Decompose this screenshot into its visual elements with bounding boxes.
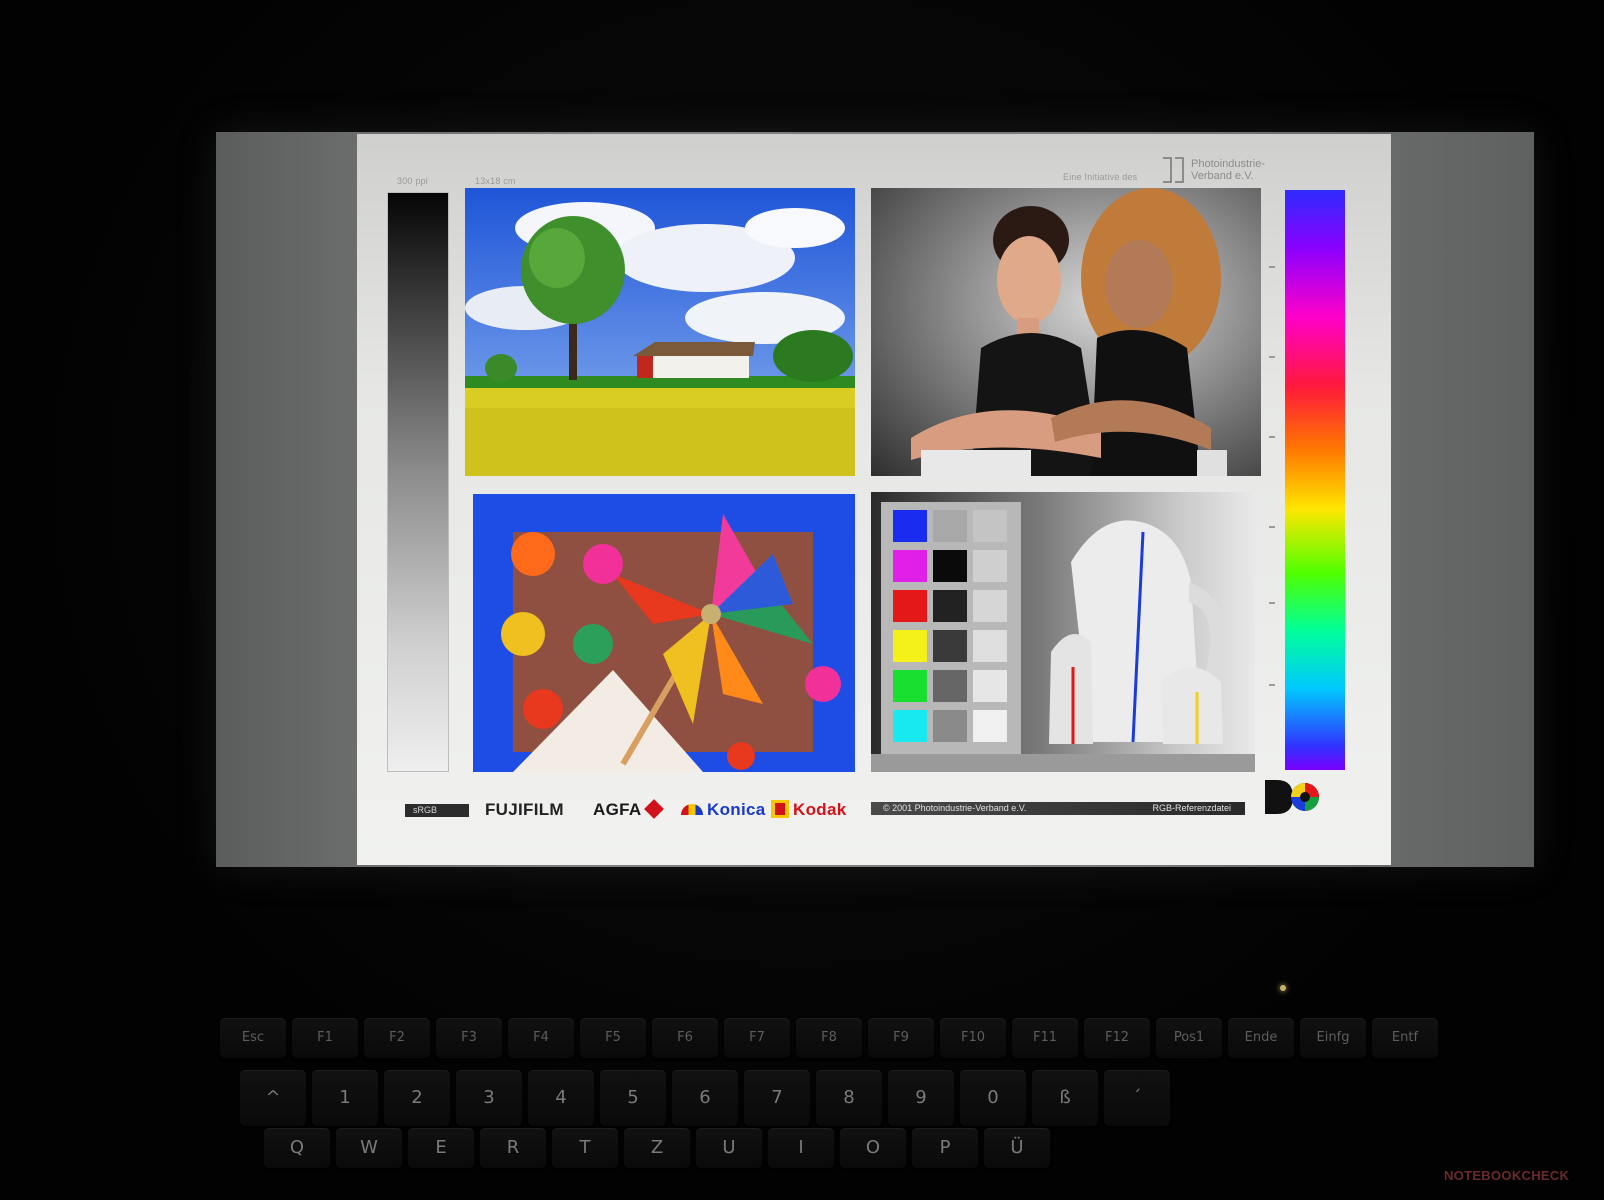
reference-file-label: RGB-Referenzdatei: [1152, 803, 1231, 813]
tick-mark: [1269, 526, 1275, 528]
copyright-text: © 2001 Photoindustrie-Verband e.V.: [883, 803, 1027, 813]
key[interactable]: 4: [528, 1070, 594, 1126]
chart-footer: sRGB FUJIFILM AGFA Konica Kodak © 2001 P…: [405, 798, 1255, 822]
fujifilm-logo: FUJIFILM: [485, 800, 564, 820]
kodak-logo: Kodak: [771, 800, 846, 820]
key[interactable]: R: [480, 1128, 546, 1168]
key[interactable]: 5: [600, 1070, 666, 1126]
photoindustrie-logo-icon: [1163, 157, 1184, 183]
key[interactable]: 1: [312, 1070, 378, 1126]
photo-scene: 300 ppi 13x18 cm Eine Initiative des Pho…: [0, 0, 1604, 1200]
tick-mark: [1269, 266, 1275, 268]
srgb-tag: sRGB: [405, 804, 469, 817]
tick-mark: [1269, 684, 1275, 686]
key[interactable]: 9: [888, 1070, 954, 1126]
key[interactable]: Q: [264, 1128, 330, 1168]
key[interactable]: F12: [1084, 1018, 1150, 1058]
key[interactable]: 2: [384, 1070, 450, 1126]
color-spectrum-bar: [1285, 190, 1345, 770]
key[interactable]: U: [696, 1128, 762, 1168]
initiative-label: Eine Initiative des: [1063, 172, 1138, 182]
key[interactable]: F4: [508, 1018, 574, 1058]
key[interactable]: 8: [816, 1070, 882, 1126]
key[interactable]: F2: [364, 1018, 430, 1058]
verband-name-line1: Photoindustrie-: [1191, 158, 1265, 170]
webcam-led: [1280, 985, 1286, 991]
agfa-text: AGFA: [593, 800, 642, 819]
tick-mark: [1269, 356, 1275, 358]
key[interactable]: 7: [744, 1070, 810, 1126]
key[interactable]: 6: [672, 1070, 738, 1126]
key[interactable]: P: [912, 1128, 978, 1168]
key[interactable]: F9: [868, 1018, 934, 1058]
key[interactable]: F1: [292, 1018, 358, 1058]
key[interactable]: Ü: [984, 1128, 1050, 1168]
key[interactable]: Esc: [220, 1018, 286, 1058]
function-key-row: Esc F1 F2 F3 F4 F5 F6 F7 F8 F9 F10 F11 F…: [220, 1018, 1438, 1062]
verband-name-line2: Verband e.V.: [1191, 170, 1254, 182]
key[interactable]: Einfg: [1300, 1018, 1366, 1058]
key[interactable]: F11: [1012, 1018, 1078, 1058]
key[interactable]: ^: [240, 1070, 306, 1126]
key[interactable]: F6: [652, 1018, 718, 1058]
key[interactable]: F5: [580, 1018, 646, 1058]
tick-mark: [1269, 602, 1275, 604]
laptop-keyboard: Esc F1 F2 F3 F4 F5 F6 F7 F8 F9 F10 F11 F…: [220, 1018, 1604, 1200]
size-label: 13x18 cm: [475, 176, 516, 186]
key[interactable]: F10: [940, 1018, 1006, 1058]
letter-key-row: Q W E R T Z U I O P Ü: [264, 1128, 1050, 1172]
key[interactable]: W: [336, 1128, 402, 1168]
key[interactable]: F7: [724, 1018, 790, 1058]
still-life-photo: [871, 492, 1255, 772]
key[interactable]: Z: [624, 1128, 690, 1168]
kodak-k-icon: [771, 800, 789, 818]
agfa-logo: AGFA: [593, 799, 665, 820]
key[interactable]: Ende: [1228, 1018, 1294, 1058]
tick-mark: [1269, 436, 1275, 438]
key[interactable]: T: [552, 1128, 618, 1168]
key[interactable]: O: [840, 1128, 906, 1168]
pinwheel-photo: [473, 494, 855, 772]
key[interactable]: E: [408, 1128, 474, 1168]
fujifilm-text: FUJIFILM: [485, 800, 564, 819]
verband-name: Photoindustrie- Verband e.V.: [1191, 158, 1265, 182]
number-key-row: ^ 1 2 3 4 5 6 7 8 9 0 ß ´: [240, 1070, 1170, 1126]
laptop-screen: 300 ppi 13x18 cm Eine Initiative des Pho…: [216, 132, 1534, 867]
konica-rainbow-icon: [681, 804, 703, 815]
key[interactable]: ß: [1032, 1070, 1098, 1126]
key[interactable]: Entf: [1372, 1018, 1438, 1058]
portrait-photo: [871, 188, 1261, 476]
reference-chart: 300 ppi 13x18 cm Eine Initiative des Pho…: [357, 134, 1391, 865]
key[interactable]: F3: [436, 1018, 502, 1058]
key[interactable]: F8: [796, 1018, 862, 1058]
key[interactable]: I: [768, 1128, 834, 1168]
key[interactable]: 3: [456, 1070, 522, 1126]
konica-logo: Konica: [681, 800, 765, 820]
kodak-text: Kodak: [793, 800, 847, 819]
gray-ramp: [387, 192, 449, 772]
landscape-photo: [465, 188, 855, 476]
key[interactable]: ´: [1104, 1070, 1170, 1126]
konica-text: Konica: [707, 800, 766, 819]
dq-logo-icon: [1265, 780, 1319, 814]
copyright-bar: © 2001 Photoindustrie-Verband e.V. RGB-R…: [871, 802, 1245, 815]
ppi-label: 300 ppi: [397, 176, 428, 186]
key[interactable]: Pos1: [1156, 1018, 1222, 1058]
key[interactable]: 0: [960, 1070, 1026, 1126]
notebookcheck-watermark: NOTEBOOKCHECK: [1444, 1168, 1570, 1183]
agfa-rhombus-icon: [644, 799, 665, 819]
